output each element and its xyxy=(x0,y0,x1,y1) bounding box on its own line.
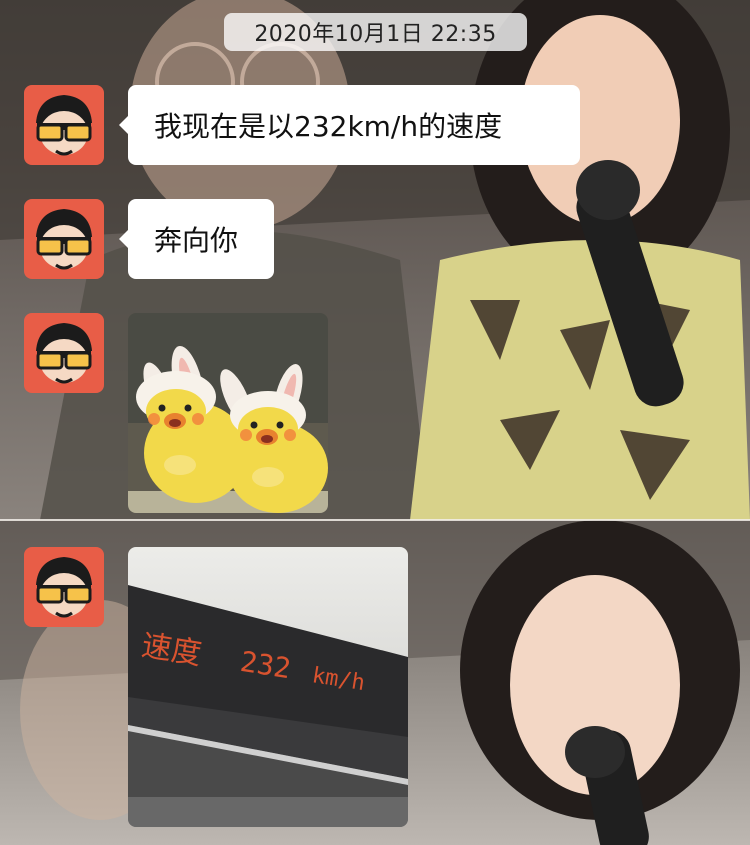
train-speed-display-picture: 速度 232 km/h xyxy=(128,547,408,827)
cartoon-boy-avatar-icon xyxy=(24,85,104,165)
chat-timestamp: 2020年10月1日 22:35 xyxy=(224,13,527,51)
message-bubble[interactable]: 奔向你 xyxy=(119,199,274,279)
contact-avatar[interactable] xyxy=(24,199,104,279)
photo-divider xyxy=(0,519,750,521)
message-bubble[interactable]: 我现在是以232km/h的速度 xyxy=(119,85,580,165)
contact-avatar[interactable] xyxy=(24,313,104,393)
message-text: 我现在是以232km/h的速度 xyxy=(154,110,503,143)
cartoon-boy-avatar-icon xyxy=(24,547,104,627)
contact-avatar[interactable] xyxy=(24,547,104,627)
message-text: 奔向你 xyxy=(154,224,239,257)
train-speed-image[interactable]: 速度 232 km/h xyxy=(128,547,408,827)
background-photo-top xyxy=(0,0,750,520)
top-photo-illustration xyxy=(0,0,750,520)
duck-sticker-image[interactable] xyxy=(128,313,328,513)
cartoon-boy-avatar-icon xyxy=(24,199,104,279)
bunny-duck-plushies-picture xyxy=(128,313,328,513)
contact-avatar[interactable] xyxy=(24,85,104,165)
cartoon-boy-avatar-icon xyxy=(24,313,104,393)
